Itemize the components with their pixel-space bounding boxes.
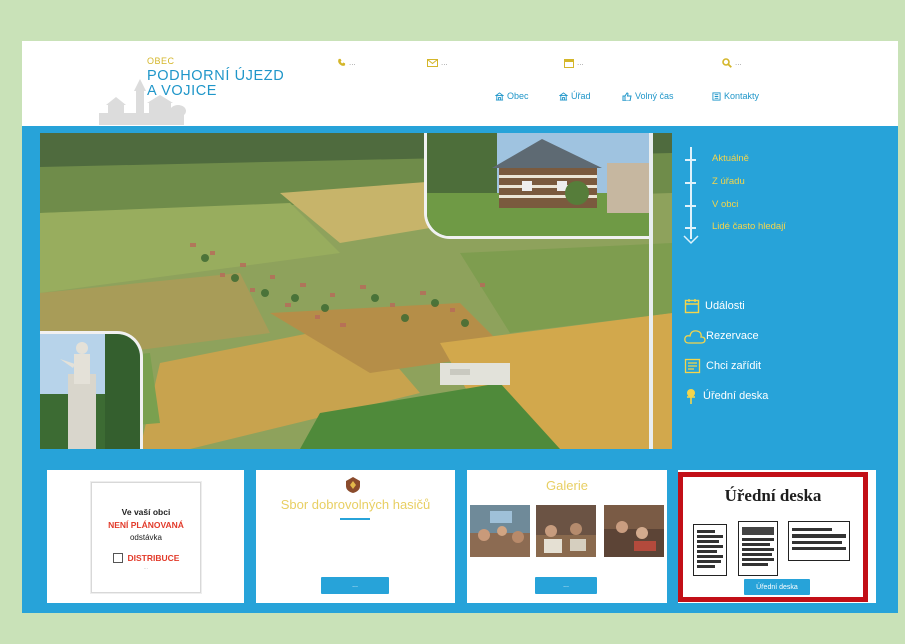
house-image: [427, 133, 649, 236]
title-underline: [340, 518, 370, 520]
cloud-icon: [684, 329, 706, 344]
statue-image: [40, 334, 140, 449]
nav-volny-cas-label: Volný čas: [635, 91, 674, 101]
contact-email[interactable]: ...: [427, 58, 448, 67]
timeline-link-z-uradu[interactable]: Z úřadu: [712, 176, 745, 187]
gallery-title: Galerie: [546, 478, 588, 493]
site-logo-title[interactable]: PODHORNÍ ÚJEZD A VOJICE: [147, 69, 284, 99]
logo-line-2: A VOJICE: [147, 83, 218, 99]
distribuce-brand: DISTRIBUCE: [92, 553, 200, 563]
sidelink-rezervace[interactable]: Rezervace: [684, 327, 759, 345]
hero-divider: [649, 133, 653, 449]
sidelink-chci-zaridit[interactable]: Chci zařídit: [684, 357, 761, 375]
timeline-dot: [685, 159, 696, 161]
contact-office-hours: ...: [564, 58, 584, 68]
firefighter-emblem-icon: [346, 477, 360, 493]
document-icon: [738, 521, 778, 576]
contact-phone[interactable]: ...: [337, 58, 356, 67]
nav-obec-label: Obec: [507, 91, 529, 101]
logo-line-1: PODHORNÍ ÚJEZD: [147, 68, 285, 84]
search-link[interactable]: ...: [722, 58, 742, 68]
gallery-thumb-2[interactable]: [536, 505, 596, 557]
timeline-line: [690, 147, 692, 239]
sidelink-chci-zaridit-label: Chci zařídit: [706, 360, 762, 372]
email-icon: [427, 58, 438, 67]
sidelink-udalosti[interactable]: Události: [684, 297, 745, 315]
gallery-thumb-1[interactable]: [470, 505, 530, 557]
notice-board-title: Úřední deska: [724, 486, 822, 505]
nav-volny-cas[interactable]: Volný čas: [622, 91, 674, 102]
distribuce-fine-print: ...: [143, 565, 149, 570]
building-icon: [559, 92, 568, 101]
nav-kontakty[interactable]: Kontakty: [712, 91, 759, 101]
search-link-text: ...: [735, 58, 742, 68]
firefighters-button[interactable]: ...: [321, 577, 389, 594]
firefighters-title: Sbor dobrovolných hasičů: [280, 497, 431, 512]
statue-photo: [40, 331, 143, 449]
outage-line-2: NENÍ PLÁNOVANÁ: [108, 520, 184, 530]
timeline-dot: [685, 182, 696, 184]
pin-icon: [687, 389, 695, 404]
search-icon: [722, 58, 732, 68]
logo-label-obec: OBEC: [147, 56, 175, 66]
nav-urad-label: Úřad: [571, 91, 591, 101]
contact-email-text: ...: [441, 58, 448, 67]
outage-line-3: odstávka: [129, 533, 163, 542]
timeline-link-v-obci[interactable]: V obci: [712, 199, 738, 210]
sidelink-uredni-deska-label: Úřední deska: [703, 390, 769, 402]
outage-line-1: Ve vaší obci: [121, 507, 171, 517]
gallery-thumb-3[interactable]: [604, 505, 664, 557]
distribuce-logo-icon: [112, 553, 123, 563]
site-header: OBEC PODHORNÍ ÚJEZD A VOJICE ... ... ...…: [22, 41, 898, 126]
outage-banner[interactable]: Ve vaší obci NENÍ PLÁNOVANÁ odstávka DIS…: [91, 482, 201, 593]
distribuce-brand-text: DISTRIBUCE: [127, 553, 180, 563]
thumbs-up-icon: [622, 92, 632, 102]
contact-phone-text: ...: [349, 58, 356, 67]
contact-hours-text: ...: [577, 58, 584, 68]
notice-board-button[interactable]: Úřední deska: [744, 579, 810, 595]
timeline-dot: [685, 205, 696, 207]
gallery-button[interactable]: ...: [535, 577, 597, 594]
chevron-down-icon[interactable]: [683, 235, 699, 245]
form-icon: [684, 358, 701, 374]
building-icon: [495, 92, 504, 101]
nav-urad[interactable]: Úřad: [559, 91, 591, 101]
calendar-icon: [564, 59, 574, 68]
nav-kontakty-label: Kontakty: [724, 91, 760, 101]
book-icon: [712, 92, 721, 101]
document-icon: [693, 524, 727, 576]
phone-icon: [338, 59, 346, 67]
document-icon: [788, 521, 850, 561]
sidelink-uredni-deska[interactable]: Úřední deska: [684, 387, 768, 405]
timeline-link-aktualne[interactable]: Aktuálně: [712, 153, 749, 164]
timeline-link-lide-hledaji[interactable]: Lidé často hledají: [712, 221, 786, 232]
nav-obec[interactable]: Obec: [495, 91, 529, 101]
sidelink-udalosti-label: Události: [705, 300, 745, 312]
timbered-house-photo: [424, 133, 649, 239]
calendar-icon: [684, 299, 700, 314]
timeline-dot: [685, 227, 696, 229]
sidelink-rezervace-label: Rezervace: [706, 330, 759, 342]
quick-links-timeline: Aktuálně Z úřadu V obci Lidé často hleda…: [682, 147, 892, 257]
